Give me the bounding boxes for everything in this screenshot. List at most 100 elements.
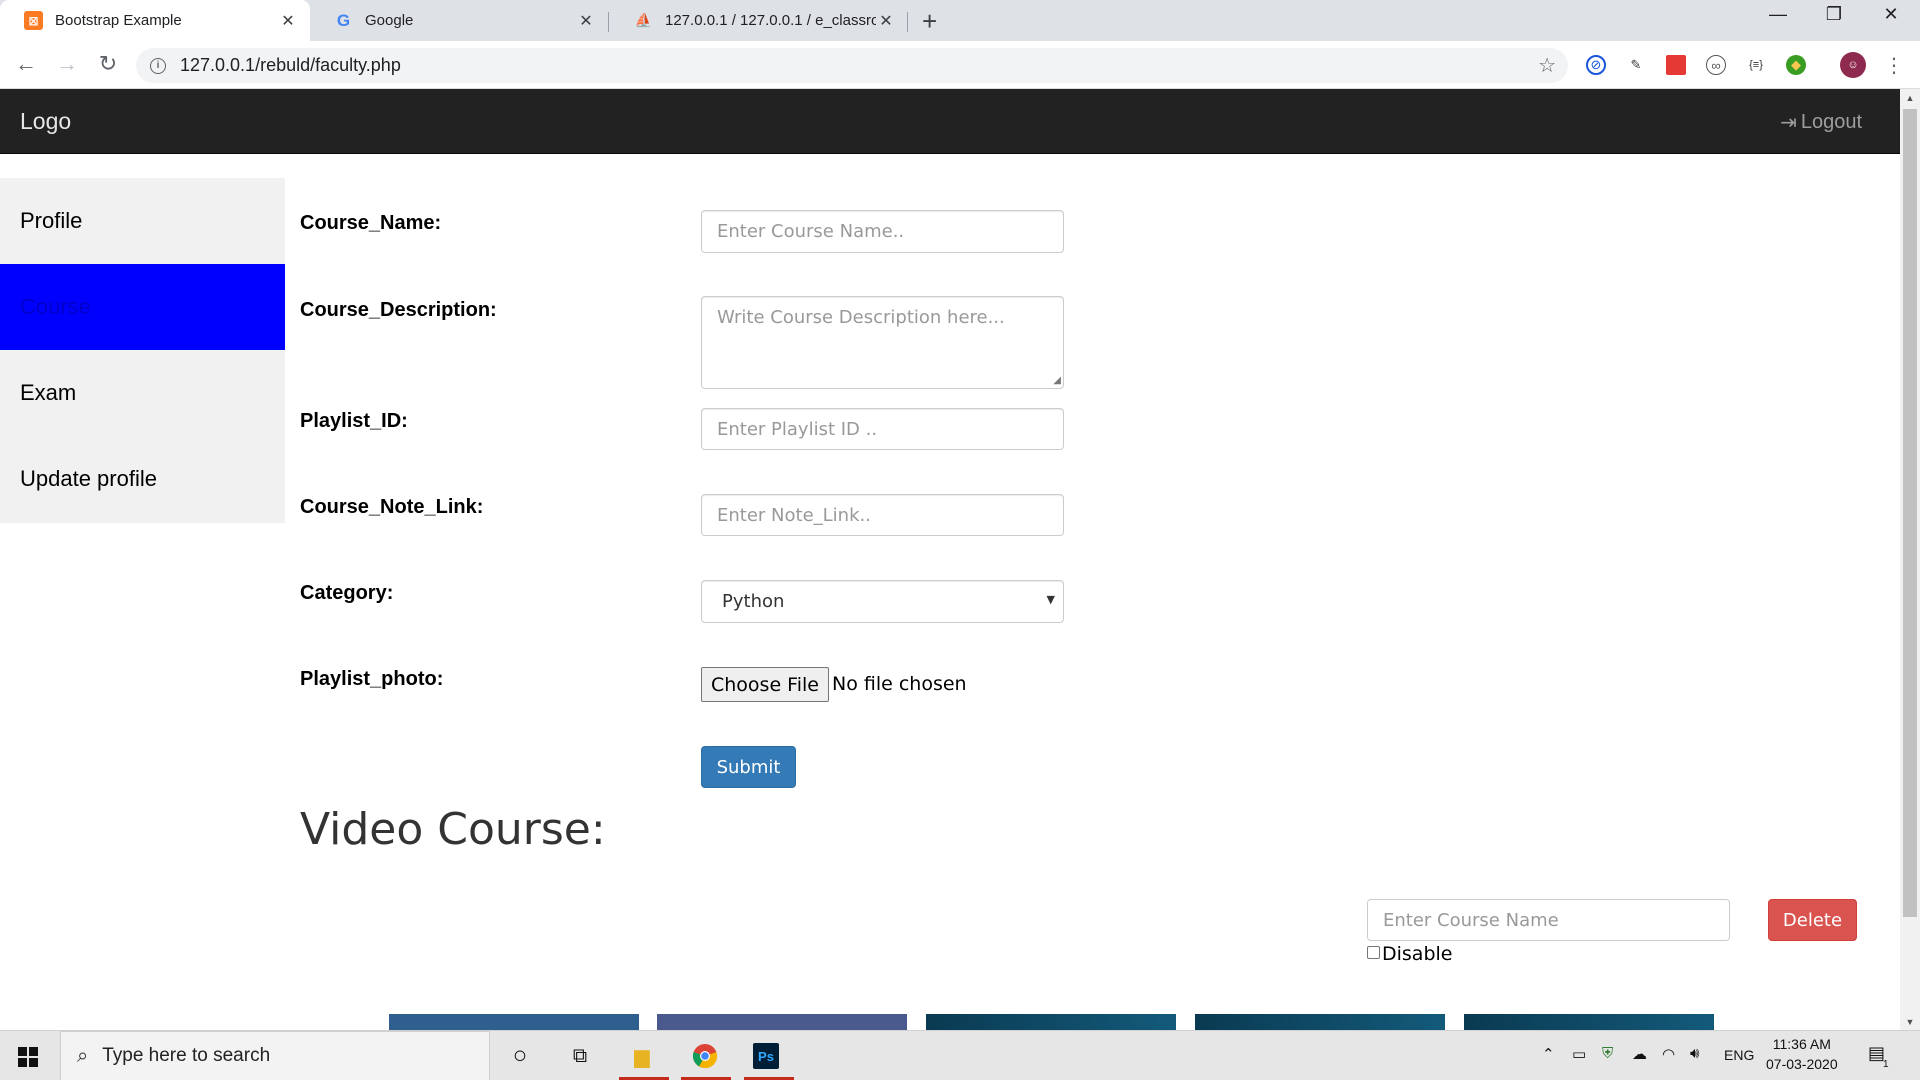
course-description-textarea[interactable]: Write Course Description here... ◢ (701, 296, 1064, 389)
browser-tabstrip: ⊠ Bootstrap Example ✕ G Google ✕ ⛵ 127.0… (0, 0, 1920, 41)
windows-start-icon[interactable] (18, 1047, 38, 1067)
sidebar-item-update-profile[interactable]: Update profile (0, 436, 285, 522)
adblock-extension-icon[interactable]: ⊘ (1586, 55, 1606, 75)
tab-title: Google (365, 12, 414, 29)
notification-count: 1 (1883, 1059, 1889, 1070)
battery-icon[interactable]: ▭ (1572, 1045, 1586, 1063)
dropdown-arrow-icon: ▼ (1046, 593, 1055, 606)
tab-divider (608, 12, 609, 32)
reload-icon[interactable]: ↻ (94, 51, 122, 77)
tab-title: Bootstrap Example (55, 12, 182, 29)
site-info-icon[interactable]: i (150, 57, 166, 74)
task-view-icon[interactable]: ⧉ (565, 1041, 595, 1071)
xampp-icon: ⊠ (24, 11, 43, 30)
file-status-text: No file chosen (832, 673, 967, 695)
extension-icon[interactable]: ✎ (1626, 55, 1646, 75)
choose-file-button[interactable]: Choose File (701, 667, 829, 702)
scroll-down-icon[interactable]: ▼ (1900, 1017, 1920, 1027)
note-link-input[interactable]: Enter Note_Link.. (701, 494, 1064, 536)
tab-title: 127.0.0.1 / 127.0.0.1 / e_classroo (665, 12, 876, 29)
video-thumbnail[interactable] (926, 1014, 1176, 1030)
delete-button[interactable]: Delete (1768, 899, 1857, 941)
delete-course-name-placeholder: Enter Course Name (1383, 909, 1559, 931)
extension-icon[interactable]: ◆ (1786, 55, 1806, 75)
sidebar-item-course[interactable]: Course (0, 264, 285, 350)
category-label: Category: (300, 582, 394, 604)
address-bar[interactable]: i 127.0.0.1/rebuld/faculty.php ☆ (136, 48, 1568, 83)
security-shield-icon[interactable]: ⛨ (1602, 1045, 1613, 1062)
sidebar-item-profile[interactable]: Profile (0, 178, 285, 264)
scrollbar-thumb[interactable] (1903, 109, 1917, 917)
course-name-placeholder: Enter Course Name.. (717, 221, 905, 242)
video-thumbnail[interactable] (657, 1014, 907, 1030)
playlist-id-placeholder: Enter Playlist ID .. (717, 418, 878, 440)
file-explorer-icon[interactable]: ▆ (627, 1041, 657, 1071)
video-thumbnail[interactable] (389, 1014, 639, 1030)
playlist-id-input[interactable]: Enter Playlist ID .. (701, 408, 1064, 450)
category-value: Python (722, 591, 785, 612)
taskbar-clock[interactable]: 11:36 AM 07-03-2020 (1766, 1034, 1838, 1074)
close-tab-icon[interactable]: ✕ (876, 11, 896, 31)
language-indicator[interactable]: ENG (1724, 1047, 1754, 1063)
brand-logo[interactable]: Logo (20, 108, 71, 135)
scroll-up-icon[interactable]: ▲ (1900, 93, 1920, 103)
url-text: 127.0.0.1/rebuld/faculty.php (180, 55, 401, 75)
profile-avatar[interactable]: ☺ (1840, 52, 1866, 78)
new-tab-button[interactable]: + (922, 6, 937, 37)
sidebar-item-exam[interactable]: Exam (0, 350, 285, 436)
sidebar: Profile Course Exam Update profile (0, 178, 285, 523)
show-hidden-icons-icon[interactable]: ⌃ (1542, 1045, 1555, 1063)
clock-date: 07-03-2020 (1766, 1056, 1838, 1072)
cortana-icon[interactable]: ○ (505, 1041, 535, 1071)
playlist-photo-label: Playlist_photo: (300, 668, 444, 690)
disable-label: Disable (1382, 943, 1453, 965)
pdf-extension-icon[interactable] (1666, 55, 1686, 75)
delete-course-name-input[interactable]: Enter Course Name (1367, 899, 1730, 941)
clock-time: 11:36 AM (1772, 1036, 1831, 1052)
browser-toolbar: ← → ↻ i 127.0.0.1/rebuld/faculty.php ☆ ⊘… (0, 41, 1920, 89)
disable-checkbox-row[interactable]: Disable (1367, 943, 1452, 965)
video-thumbnail[interactable] (1195, 1014, 1445, 1030)
photoshop-icon[interactable]: Ps (753, 1043, 779, 1069)
tab-divider (907, 12, 908, 32)
video-thumbnail[interactable] (1464, 1014, 1714, 1030)
taskbar-search-box[interactable]: ⌕ Type here to search (60, 1031, 490, 1080)
chrome-icon[interactable] (690, 1041, 720, 1071)
wifi-icon[interactable]: ◠ (1662, 1045, 1675, 1063)
browser-menu-icon[interactable]: ⋮ (1884, 55, 1904, 77)
course-description-label: Course_Description: (300, 299, 497, 321)
course-name-input[interactable]: Enter Course Name.. (701, 210, 1064, 253)
taskbar-search-placeholder: Type here to search (102, 1045, 271, 1066)
disable-checkbox[interactable] (1367, 945, 1380, 959)
close-window-button[interactable]: ✕ (1871, 4, 1911, 25)
tab-google[interactable]: G Google ✕ (310, 0, 608, 41)
note-link-label: Course_Note_Link: (300, 496, 484, 518)
extension-icon[interactable]: ∞ (1706, 55, 1726, 75)
tab-phpmyadmin[interactable]: ⛵ 127.0.0.1 / 127.0.0.1 / e_classroo ✕ (610, 0, 908, 41)
submit-button[interactable]: Submit (701, 746, 796, 788)
close-tab-icon[interactable]: ✕ (278, 11, 298, 31)
onedrive-icon[interactable]: ☁ (1632, 1045, 1647, 1063)
google-icon: G (336, 10, 351, 30)
login-icon: ⇥ (1780, 112, 1797, 134)
course-description-placeholder: Write Course Description here... (717, 307, 1005, 328)
back-icon[interactable]: ← (12, 51, 40, 77)
page-scrollbar[interactable]: ▲ ▼ (1900, 89, 1920, 1030)
bookmark-star-icon[interactable]: ☆ (1538, 53, 1556, 78)
resize-handle-icon[interactable]: ◢ (1053, 375, 1061, 386)
volume-icon[interactable]: 🔊︎ (1690, 1045, 1699, 1062)
json-extension-icon[interactable]: {≡} (1746, 55, 1766, 75)
site-navbar: Logo ⇥ Logout (0, 89, 1900, 154)
forward-icon[interactable]: → (53, 51, 81, 77)
category-select[interactable]: Python ▼ (701, 580, 1064, 623)
tab-bootstrap-example[interactable]: ⊠ Bootstrap Example ✕ (0, 0, 310, 41)
windows-taskbar: ⌕ Type here to search ○ ⧉ ▆ Ps ⌃ ▭ ⛨ ☁ ◠… (0, 1030, 1920, 1080)
minimize-button[interactable]: — (1758, 4, 1798, 25)
restore-button[interactable]: ❐ (1814, 4, 1854, 25)
close-tab-icon[interactable]: ✕ (576, 11, 596, 31)
phpmyadmin-icon: ⛵ (634, 12, 653, 28)
playlist-id-label: Playlist_ID: (300, 410, 408, 432)
search-icon: ⌕ (77, 1044, 89, 1067)
logout-label: Logout (1800, 111, 1862, 133)
logout-link[interactable]: ⇥ Logout (1780, 110, 1862, 135)
